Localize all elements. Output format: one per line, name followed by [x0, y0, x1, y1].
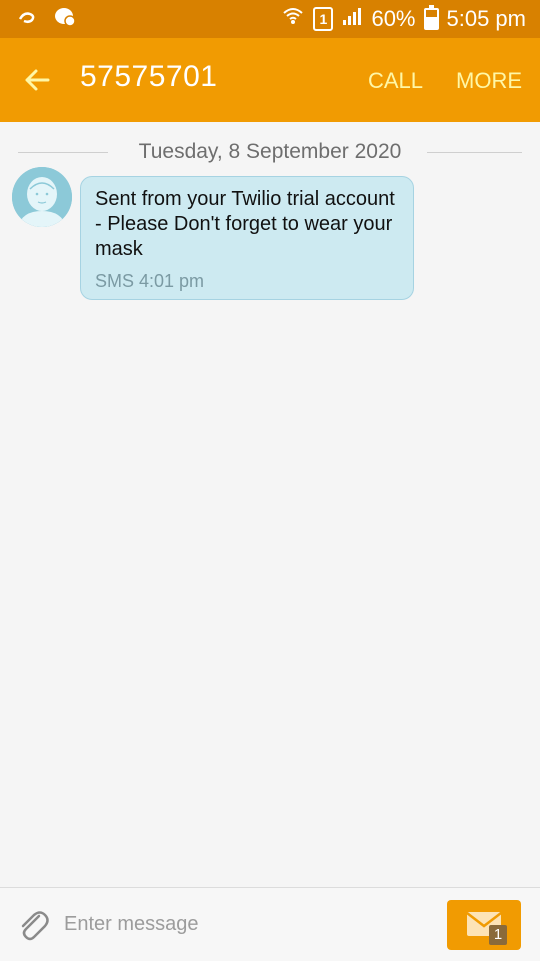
message-text: Sent from your Twilio trial account - Pl… — [95, 188, 395, 260]
more-button[interactable]: MORE — [456, 68, 522, 94]
message-bubble[interactable]: Sent from your Twilio trial account - Pl… — [80, 176, 414, 300]
composer-bar: 1 — [0, 887, 540, 961]
app-bar: 57575701 CALL MORE — [0, 38, 540, 122]
carrier-icon — [18, 10, 40, 29]
message-input[interactable] — [62, 906, 426, 942]
call-button[interactable]: CALL — [368, 68, 423, 94]
conversation-area[interactable]: Tuesday, 8 September 2020 Sent from your… — [0, 122, 540, 887]
status-left — [18, 6, 76, 33]
back-arrow-icon — [18, 69, 58, 104]
paperclip-icon — [14, 911, 52, 948]
sim-count-badge: 1 — [489, 925, 507, 945]
wifi-icon — [281, 4, 305, 34]
signal-icon — [341, 6, 363, 32]
battery-percent: 60% — [371, 6, 416, 31]
notification-icon — [54, 6, 76, 33]
status-right: 1 60% 5:05 pm — [281, 4, 526, 34]
date-separator: Tuesday, 8 September 2020 — [0, 140, 540, 164]
back-button[interactable] — [18, 60, 58, 100]
person-icon — [12, 167, 72, 227]
divider — [427, 152, 522, 153]
contact-avatar[interactable] — [12, 167, 72, 227]
status-bar: 1 60% 5:05 pm — [0, 0, 540, 38]
clock: 5:05 pm — [446, 6, 527, 31]
send-button[interactable]: 1 — [447, 900, 521, 950]
message-meta: SMS 4:01 pm — [95, 271, 205, 291]
attach-button[interactable] — [14, 906, 52, 944]
sim-badge: 1 — [313, 7, 334, 31]
conversation-title: 57575701 — [80, 60, 218, 93]
battery-icon — [423, 5, 439, 30]
